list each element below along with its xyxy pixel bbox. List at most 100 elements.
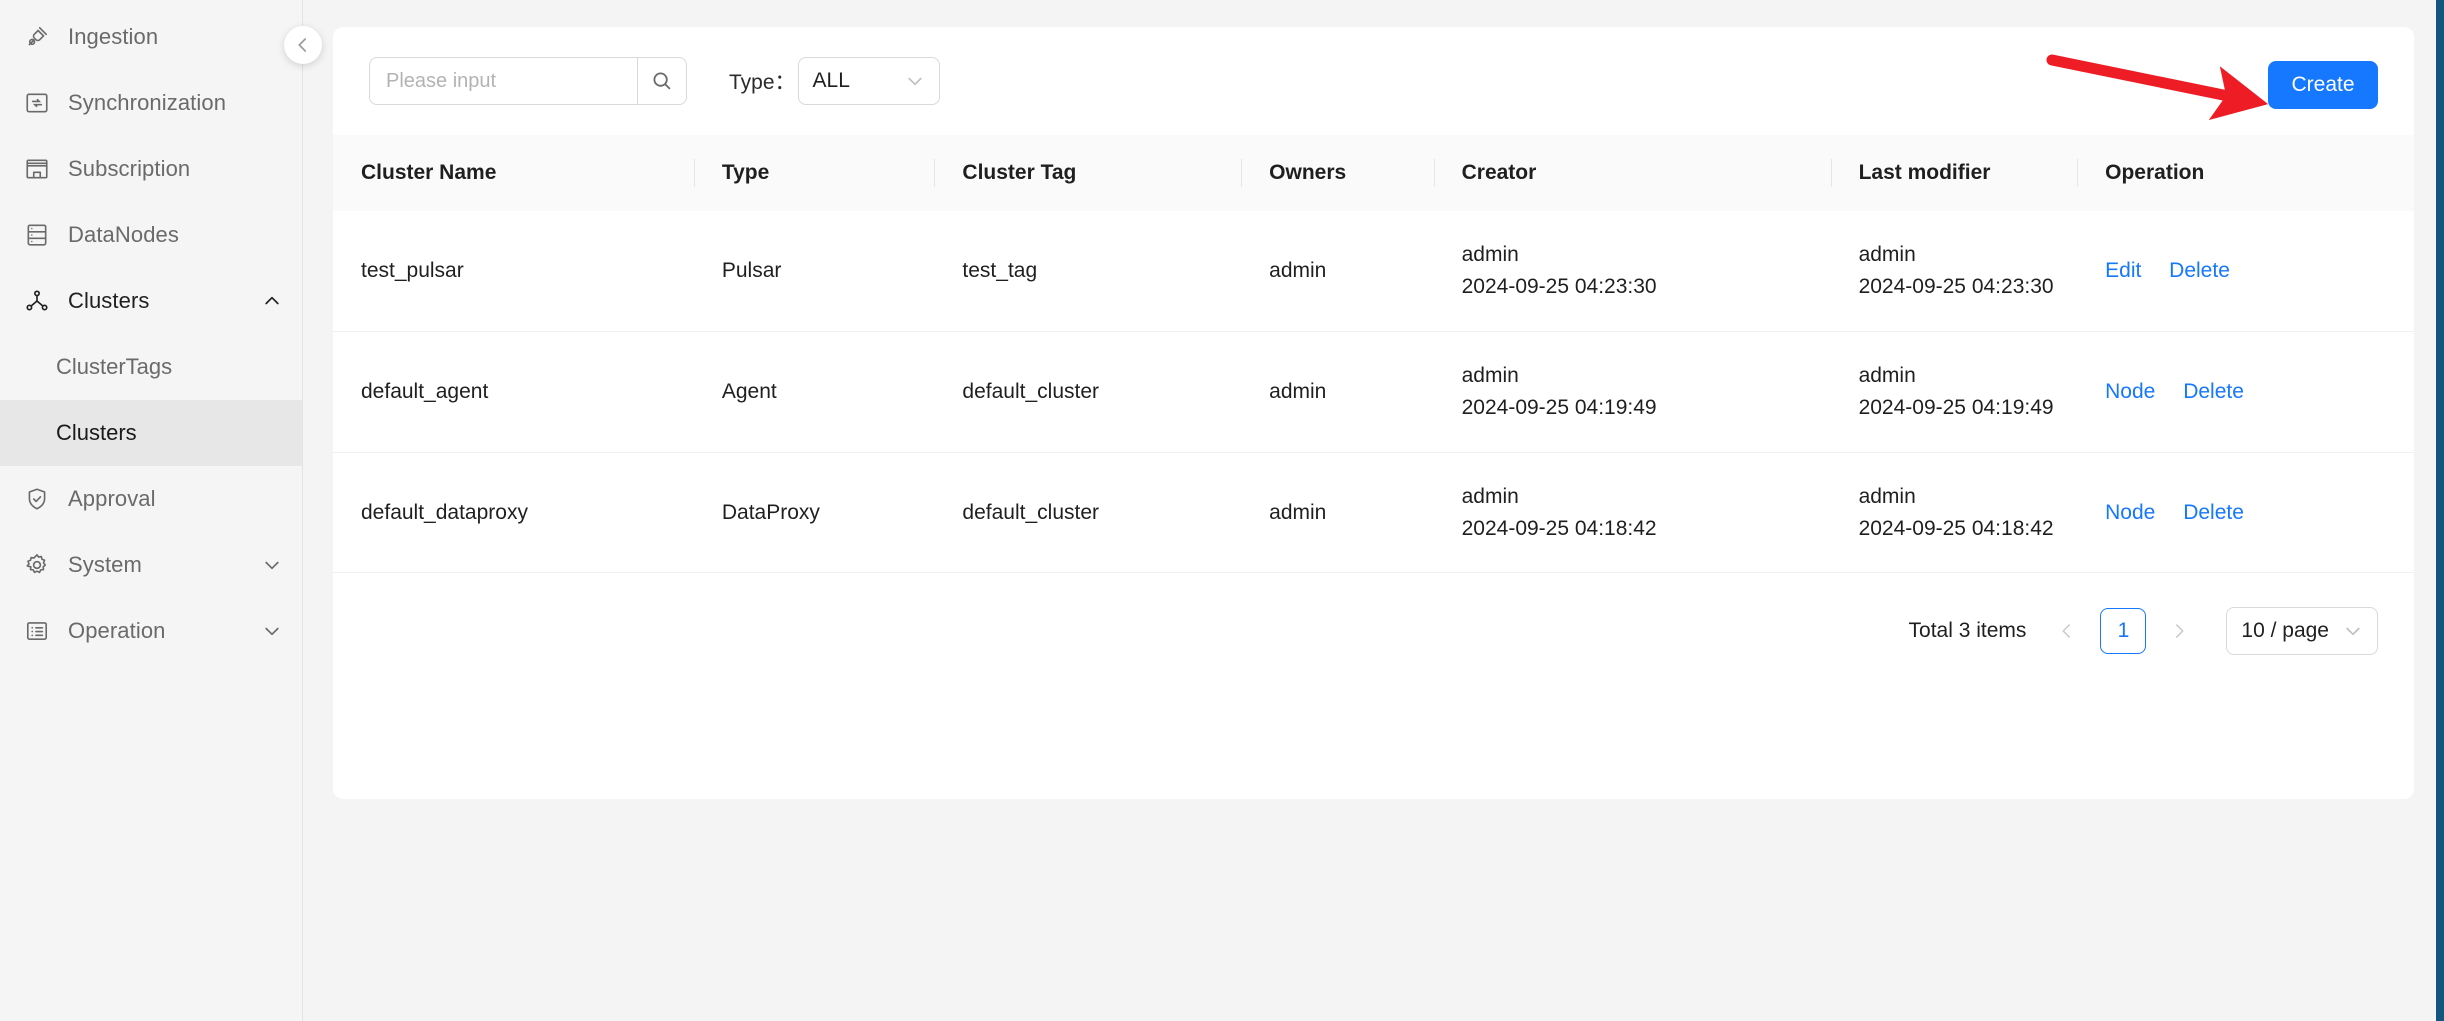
table-row: test_pulsar Pulsar test_tag admin admin … [333, 211, 2414, 331]
sidebar-item-label: Clusters [68, 288, 260, 314]
sidebar-item-datanodes[interactable]: DataNodes [0, 202, 302, 268]
cell-creator: admin 2024-09-25 04:23:30 [1434, 211, 1831, 331]
row-action-delete[interactable]: Delete [2183, 497, 2244, 529]
cell-operation: Node Delete [2077, 331, 2414, 452]
sidebar-item-approval[interactable]: Approval [0, 466, 302, 532]
sidebar-item-label: Operation [68, 618, 260, 644]
gear-icon [22, 550, 52, 580]
sidebar-item-clusters[interactable]: Clusters [0, 268, 302, 334]
pagination-total: Total 3 items [1909, 619, 2027, 643]
sidebar-item-label: Subscription [68, 156, 284, 182]
cell-last-modifier: admin 2024-09-25 04:18:42 [1831, 452, 2078, 573]
cell-type: DataProxy [694, 452, 935, 573]
cell-type: Agent [694, 331, 935, 452]
cell-creator: admin 2024-09-25 04:19:49 [1434, 331, 1831, 452]
chevron-left-icon [294, 36, 312, 54]
modifier-user: admin [1859, 360, 2060, 392]
table-row: default_dataproxy DataProxy default_clus… [333, 452, 2414, 573]
create-button[interactable]: Create [2268, 61, 2378, 109]
creator-user: admin [1462, 239, 1813, 271]
pagination: Total 3 items 1 [333, 573, 2414, 655]
sidebar-item-label: System [68, 552, 260, 578]
sidebar-item-ingestion[interactable]: Ingestion [0, 4, 302, 70]
modifier-time: 2024-09-25 04:23:30 [1859, 271, 2060, 303]
sidebar-item-label: DataNodes [68, 222, 284, 248]
page-size-value: 10 / page [2241, 619, 2329, 643]
cell-cluster-name: default_dataproxy [333, 452, 694, 573]
cell-operation: Edit Delete [2077, 211, 2414, 331]
cell-owners: admin [1241, 331, 1433, 452]
search-button[interactable] [637, 57, 687, 105]
row-action-node[interactable]: Node [2105, 497, 2155, 529]
modifier-time: 2024-09-25 04:18:42 [1859, 513, 2060, 545]
cluster-icon [22, 286, 52, 316]
sidebar-subitem-label: Clusters [56, 420, 137, 446]
row-action-node[interactable]: Node [2105, 376, 2155, 408]
cell-creator: admin 2024-09-25 04:18:42 [1434, 452, 1831, 573]
shield-check-icon [22, 484, 52, 514]
api-icon [22, 22, 52, 52]
chevron-down-icon [2343, 621, 2363, 641]
type-select[interactable]: ALL [798, 57, 940, 105]
chevron-down-icon[interactable] [260, 619, 284, 643]
cell-last-modifier: admin 2024-09-25 04:19:49 [1831, 331, 2078, 452]
cell-cluster-tag: default_cluster [934, 331, 1241, 452]
cell-last-modifier: admin 2024-09-25 04:23:30 [1831, 211, 2078, 331]
table-header-row: Cluster Name Type Cluster Tag Owners Cre… [333, 135, 2414, 211]
row-action-edit[interactable]: Edit [2105, 255, 2141, 287]
column-header-type: Type [694, 135, 935, 211]
pagination-next-button[interactable] [2162, 614, 2196, 648]
chevron-right-icon [2170, 622, 2188, 640]
toolbar: Type： ALL Create [333, 27, 2414, 135]
sidebar-collapse-button[interactable] [284, 26, 322, 64]
shop-icon [22, 154, 52, 184]
column-header-cluster-tag: Cluster Tag [934, 135, 1241, 211]
sidebar-item-label: Ingestion [68, 24, 284, 50]
column-header-cluster-name: Cluster Name [333, 135, 694, 211]
type-select-value: ALL [813, 69, 905, 93]
column-header-creator: Creator [1434, 135, 1831, 211]
cell-owners: admin [1241, 452, 1433, 573]
cell-cluster-name: test_pulsar [333, 211, 694, 331]
clusters-card: Type： ALL Create Cluster Nam [333, 27, 2414, 799]
app-root: Ingestion Synchronization Subscription [0, 0, 2444, 1021]
type-filter-label: Type： [729, 66, 796, 96]
sidebar-item-subscription[interactable]: Subscription [0, 136, 302, 202]
sidebar-subitem-label: ClusterTags [56, 354, 172, 380]
cell-owners: admin [1241, 211, 1433, 331]
creator-user: admin [1462, 481, 1813, 513]
sidebar-subitem-clustertags[interactable]: ClusterTags [0, 334, 302, 400]
clusters-table: Cluster Name Type Cluster Tag Owners Cre… [333, 135, 2414, 573]
sidebar-item-system[interactable]: System [0, 532, 302, 598]
cell-type: Pulsar [694, 211, 935, 331]
chevron-up-icon[interactable] [260, 289, 284, 313]
chevron-left-icon [2058, 622, 2076, 640]
modifier-user: admin [1859, 481, 2060, 513]
sidebar-item-operation[interactable]: Operation [0, 598, 302, 664]
modifier-time: 2024-09-25 04:19:49 [1859, 392, 2060, 424]
main-content: Type： ALL Create Cluster Nam [303, 0, 2444, 1021]
table-body: test_pulsar Pulsar test_tag admin admin … [333, 211, 2414, 573]
creator-time: 2024-09-25 04:23:30 [1462, 271, 1813, 303]
chevron-down-icon [905, 71, 925, 91]
column-header-last-modifier: Last modifier [1831, 135, 2078, 211]
search-input[interactable] [369, 57, 637, 105]
sidebar-subitem-clusters[interactable]: Clusters [0, 400, 302, 466]
creator-time: 2024-09-25 04:18:42 [1462, 513, 1813, 545]
type-filter: Type： ALL [729, 57, 940, 105]
modifier-user: admin [1859, 239, 2060, 271]
chevron-down-icon[interactable] [260, 553, 284, 577]
sync-icon [22, 88, 52, 118]
pagination-page-1[interactable]: 1 [2100, 608, 2146, 654]
sidebar-item-synchronization[interactable]: Synchronization [0, 70, 302, 136]
pagination-prev-button[interactable] [2050, 614, 2084, 648]
row-action-delete[interactable]: Delete [2169, 255, 2230, 287]
row-action-delete[interactable]: Delete [2183, 376, 2244, 408]
table-row: default_agent Agent default_cluster admi… [333, 331, 2414, 452]
table-header: Cluster Name Type Cluster Tag Owners Cre… [333, 135, 2414, 211]
cell-cluster-tag: test_tag [934, 211, 1241, 331]
search-group [369, 57, 687, 105]
page-size-select[interactable]: 10 / page [2226, 607, 2378, 655]
cell-cluster-name: default_agent [333, 331, 694, 452]
creator-user: admin [1462, 360, 1813, 392]
